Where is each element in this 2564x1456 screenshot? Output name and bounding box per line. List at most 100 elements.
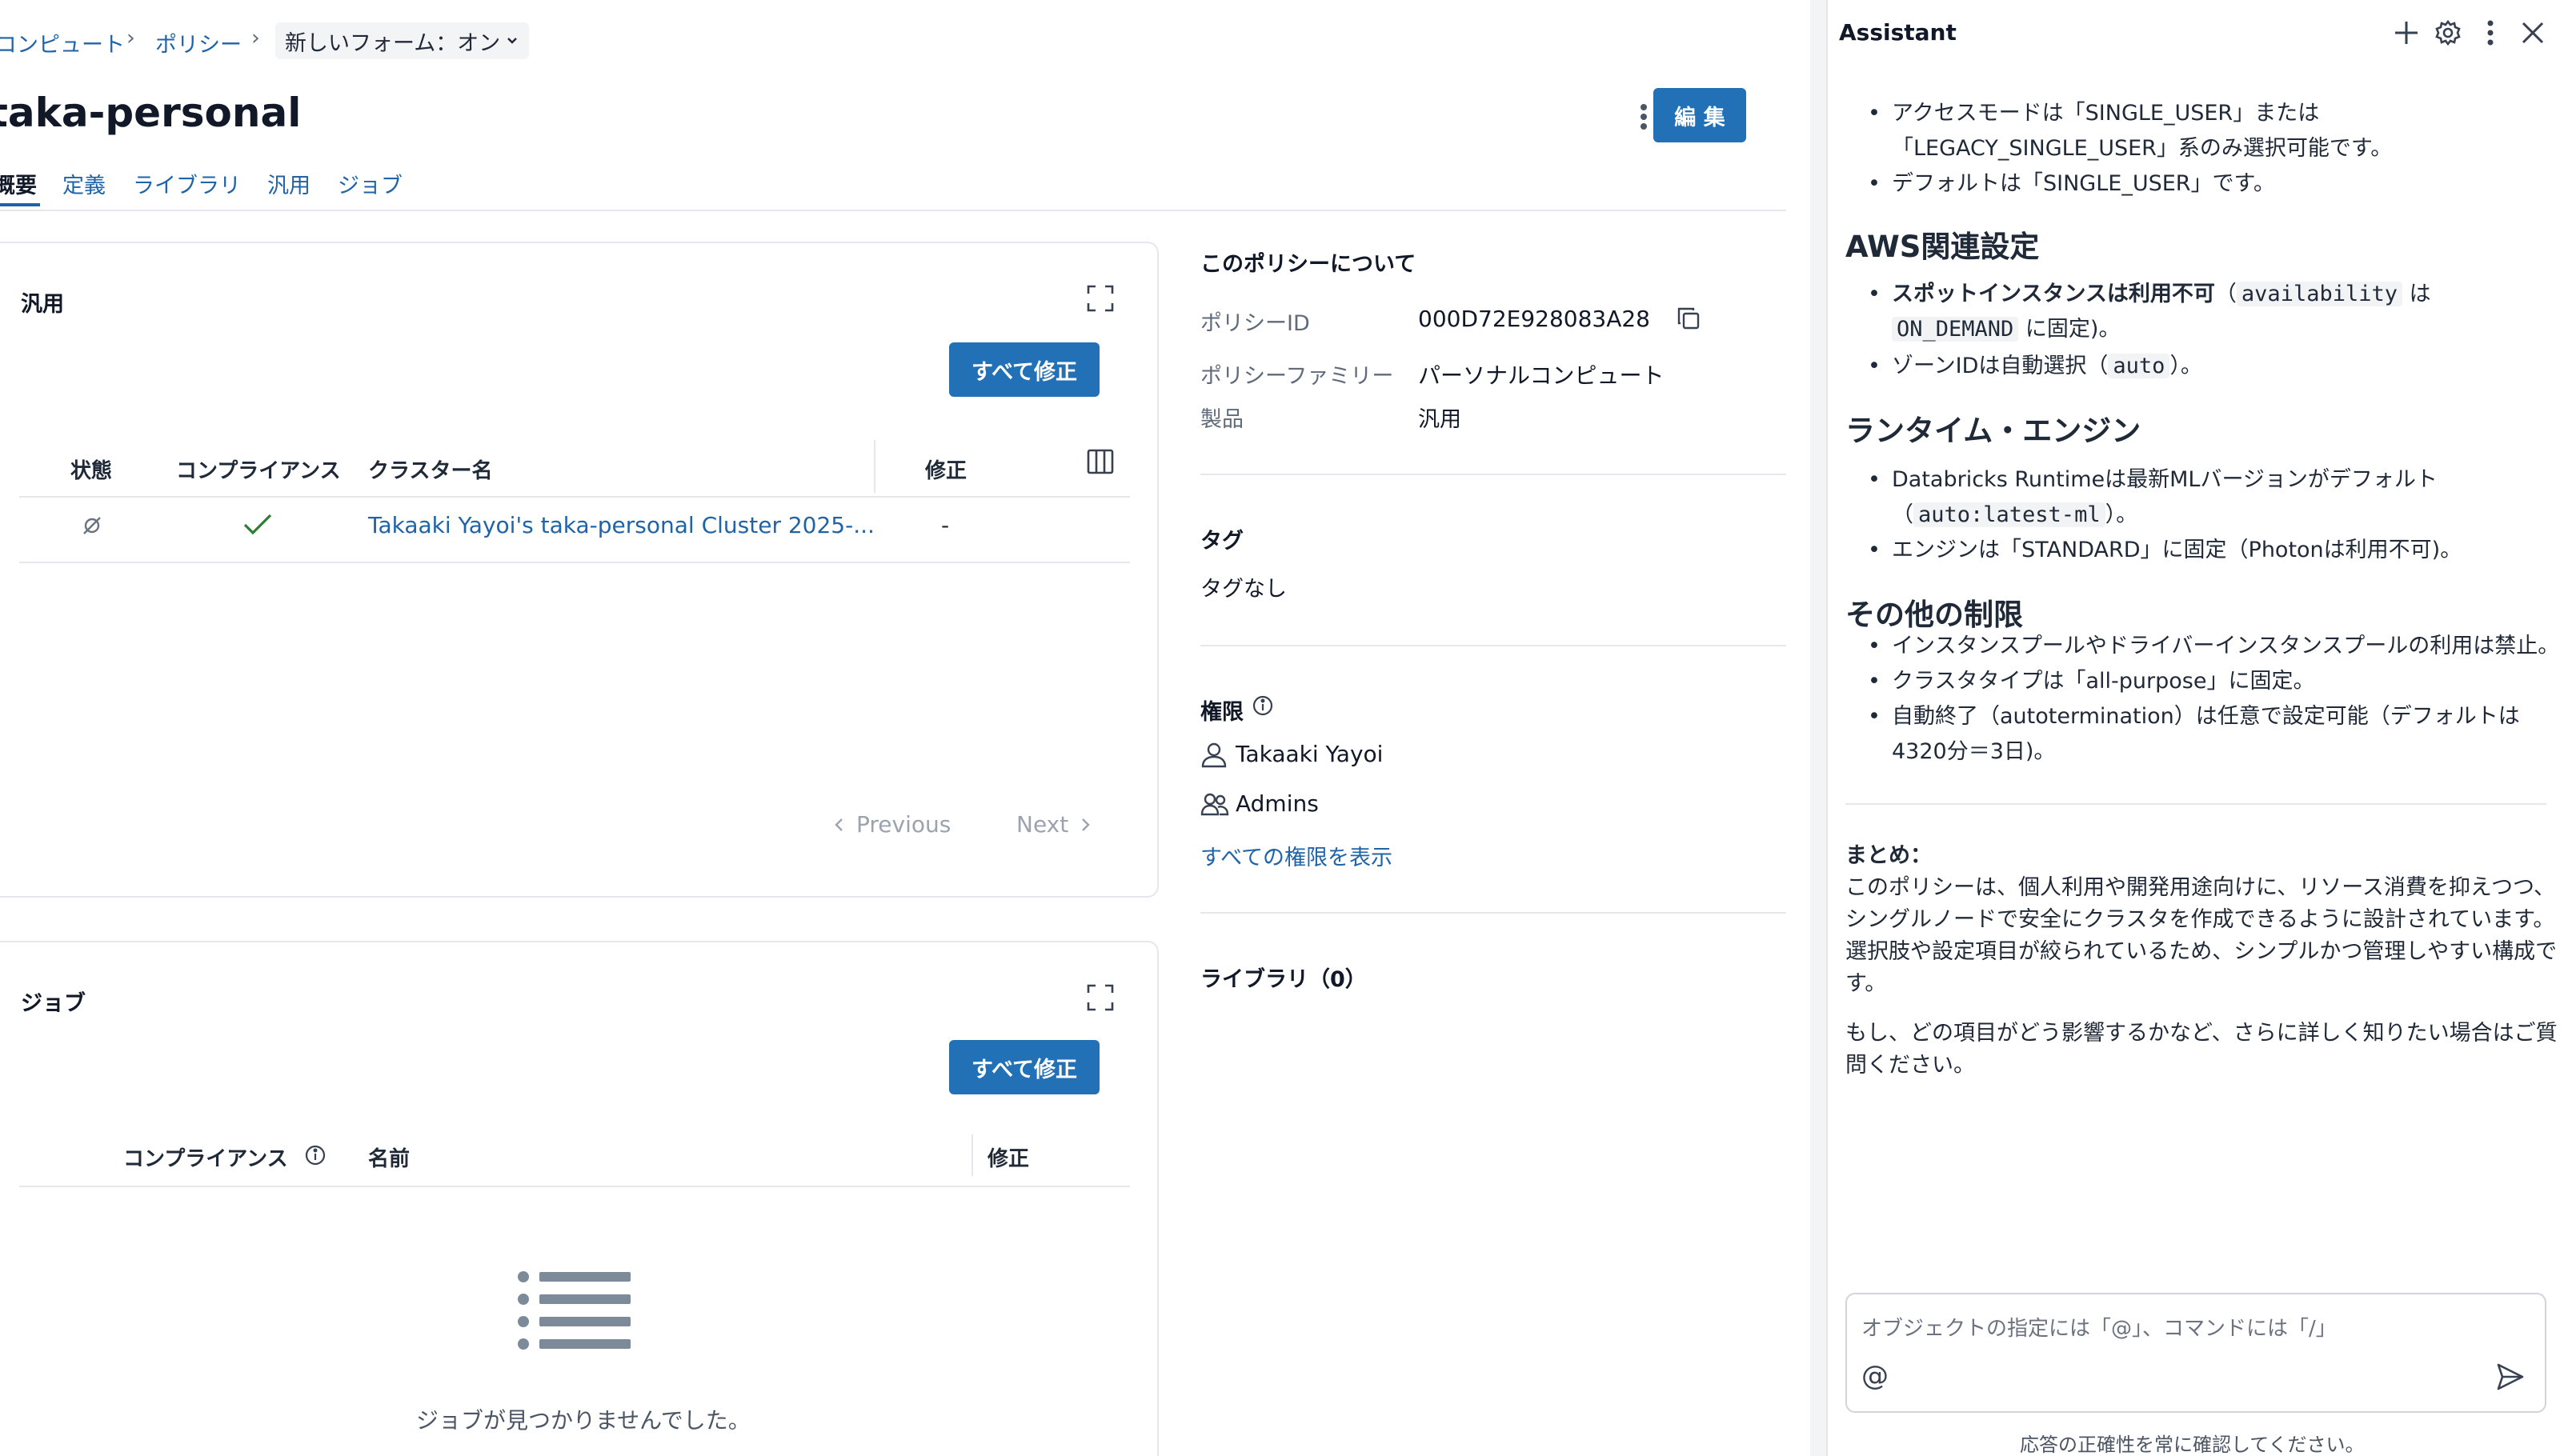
table-row-divider bbox=[19, 562, 1130, 563]
compliant-check-icon bbox=[242, 512, 274, 538]
availability-code: availability bbox=[2236, 282, 2402, 306]
tags-value: タグなし bbox=[1200, 577, 1287, 602]
divider bbox=[1200, 912, 1786, 914]
kebab-menu-icon[interactable] bbox=[2484, 19, 2497, 46]
chevron-right-icon bbox=[1080, 817, 1091, 833]
autotermination-line2: 4320分＝3日)。 bbox=[1892, 739, 2056, 764]
column-header-cluster-name: クラスター名 bbox=[368, 459, 493, 483]
jobs-empty-text: ジョブが見つかりませんでした。 bbox=[416, 1407, 751, 1434]
panel-splitter[interactable] bbox=[1810, 0, 1826, 1456]
access-mode-bullet: アクセスモードは「SINGLE_USER」または 「LEGACY_SINGLE_… bbox=[1868, 96, 2393, 166]
divider bbox=[1200, 474, 1786, 475]
group-icon bbox=[1200, 790, 1229, 818]
jobs-card bbox=[0, 941, 1159, 1456]
product-value: 汎用 bbox=[1418, 407, 1461, 432]
divider bbox=[1200, 645, 1786, 646]
mention-button[interactable]: @ bbox=[1861, 1360, 1889, 1392]
previous-page-button[interactable]: Previous bbox=[834, 811, 951, 838]
tab-overview[interactable]: 概要 bbox=[0, 168, 37, 199]
page-title: taka-personal bbox=[0, 90, 302, 136]
aws-spot-tail: に固定)。 bbox=[2025, 317, 2121, 342]
aws-spot-bold: スポットインスタンスは利用不可 bbox=[1892, 282, 2215, 306]
access-mode-default-bullet: デフォルトは「SINGLE_USER」です。 bbox=[1868, 166, 2275, 202]
summary-line: このポリシーは、個人利用や開発用途向けに、リソース消費を抑えつつ、 bbox=[1845, 875, 2555, 900]
runtime-line1: Databricks Runtimeは最新MLバージョンがデフォルト bbox=[1892, 467, 2438, 492]
plus-icon[interactable] bbox=[2393, 19, 2420, 46]
followup: もし、どの項目がどう影響するかなど、さらに詳しく知りたい場合はご質 問ください。 bbox=[1845, 1018, 2558, 1082]
aws-spot-mid: は bbox=[2409, 282, 2431, 306]
column-header-compliance: コンプライアンス bbox=[123, 1147, 288, 1171]
empty-list-icon bbox=[514, 1267, 634, 1360]
expand-icon[interactable] bbox=[1087, 285, 1114, 312]
other-heading: その他の制限 bbox=[1845, 598, 2023, 632]
autotermination-line1: 自動終了（autotermination）は任意で設定可能（デフォルトは bbox=[1892, 704, 2520, 729]
breadcrumb-policies[interactable]: ポリシー bbox=[155, 27, 242, 58]
next-page-button[interactable]: Next bbox=[1016, 811, 1091, 838]
paren-open: （ bbox=[2214, 282, 2237, 306]
followup-line: 問ください。 bbox=[1845, 1053, 1975, 1078]
divider bbox=[1845, 803, 2546, 805]
permission-user-name: Takaaki Yayoi bbox=[1236, 741, 1384, 767]
fix-all-button[interactable]: すべて修正 bbox=[949, 342, 1100, 397]
next-label: Next bbox=[1016, 811, 1069, 838]
chevron-left-icon bbox=[834, 817, 845, 833]
permissions-heading: 権限 bbox=[1200, 700, 1244, 725]
expand-icon[interactable] bbox=[1087, 984, 1114, 1011]
new-form-dropdown[interactable]: 新しいフォーム：オン bbox=[275, 22, 530, 59]
libraries-heading: ライブラリ（0） bbox=[1200, 967, 1367, 992]
fix-value: - bbox=[941, 512, 950, 538]
column-header-compliance: コンプライアンス bbox=[176, 459, 341, 483]
access-mode-line1: アクセスモードは「SINGLE_USER」または bbox=[1892, 101, 2320, 126]
column-header-fix: 修正 bbox=[988, 1147, 1030, 1171]
followup-line: もし、どの項目がどう影響するかなど、さらに詳しく知りたい場合はご質 bbox=[1845, 1021, 2558, 1046]
policy-family-label: ポリシーファミリー bbox=[1200, 364, 1394, 389]
disclaimer: 応答の正確性を常に確認してください。 bbox=[2020, 1434, 2365, 1456]
copy-icon[interactable] bbox=[1676, 306, 1701, 331]
summary-heading: まとめ： bbox=[1845, 843, 1932, 868]
aws-heading: AWS関連設定 bbox=[1845, 230, 2040, 264]
aws-zone-post: ）。 bbox=[2169, 354, 2202, 378]
kebab-menu-icon[interactable] bbox=[1634, 101, 1653, 133]
fix-all-button[interactable]: すべて修正 bbox=[949, 1040, 1100, 1094]
on-demand-code: ON_DEMAND bbox=[1892, 317, 2019, 342]
tab-general[interactable]: 汎用 bbox=[267, 168, 310, 199]
aws-zone-pre: ゾーンIDは自動選択（ bbox=[1892, 354, 2109, 378]
info-icon[interactable] bbox=[304, 1144, 327, 1166]
send-icon[interactable] bbox=[2495, 1362, 2526, 1392]
summary-line: 選択肢や設定項目が絞られているため、シンプルかつ管理しやすい構成で bbox=[1845, 939, 2558, 964]
about-heading: このポリシーについて bbox=[1200, 252, 1416, 277]
summary-line: シングルノードで安全にクラスタを作成できるように設計されています。 bbox=[1845, 907, 2555, 932]
tab-libraries[interactable]: ライブラリ bbox=[133, 168, 241, 199]
columns-icon[interactable] bbox=[1087, 448, 1114, 475]
status-stopped-icon bbox=[82, 515, 102, 536]
general-card bbox=[0, 242, 1159, 898]
auto-code: auto bbox=[2108, 354, 2170, 378]
summary-line: す。 bbox=[1845, 971, 1887, 996]
summary: まとめ： このポリシーは、個人利用や開発用途向けに、リソース消費を抑えつつ、 シ… bbox=[1845, 840, 2557, 1000]
info-icon[interactable] bbox=[1252, 694, 1274, 717]
tab-jobs[interactable]: ジョブ bbox=[338, 168, 403, 199]
cluster-name-link[interactable]: Takaaki Yayoi's taka-personal Cluster 20… bbox=[368, 512, 875, 538]
user-icon bbox=[1200, 741, 1228, 768]
tab-active-indicator bbox=[0, 203, 40, 206]
engine-bullet: エンジンは「STANDARD」に固定（Photonは利用不可)。 bbox=[1868, 533, 2462, 568]
runtime-open: （ bbox=[1892, 502, 1913, 527]
jobs-card-title: ジョブ bbox=[21, 991, 86, 1016]
policy-family-value: パーソナルコンピュート bbox=[1418, 362, 1665, 389]
show-all-permissions-link[interactable]: すべての権限を表示 bbox=[1200, 840, 1392, 871]
edit-button[interactable]: 編 集 bbox=[1653, 88, 1746, 142]
new-form-dropdown-label: 新しいフォーム：オン bbox=[285, 30, 501, 56]
access-mode-line2: 「LEGACY_SINGLE_USER」系のみ選択可能です。 bbox=[1892, 136, 2393, 161]
tab-definition[interactable]: 定義 bbox=[62, 168, 106, 199]
assistant-input[interactable] bbox=[1845, 1293, 2546, 1413]
gear-icon[interactable] bbox=[2434, 19, 2462, 46]
close-icon[interactable] bbox=[2521, 21, 2545, 45]
assistant-title: Assistant bbox=[1839, 19, 1957, 46]
assistant-input-placeholder: オブジェクトの指定には「@」、コマンドには「/」 bbox=[1861, 1317, 2337, 1341]
breadcrumb-separator: › bbox=[251, 26, 260, 50]
auto-latest-ml-code: auto:latest-ml bbox=[1913, 502, 2105, 527]
breadcrumb-compute[interactable]: コンピュート bbox=[0, 27, 125, 58]
chevron-down-icon bbox=[505, 34, 519, 48]
aws-spot-bullet: スポットインスタンスは利用不可（availability は ON_DEMAND… bbox=[1868, 277, 2431, 347]
breadcrumb-separator: › bbox=[126, 26, 135, 50]
